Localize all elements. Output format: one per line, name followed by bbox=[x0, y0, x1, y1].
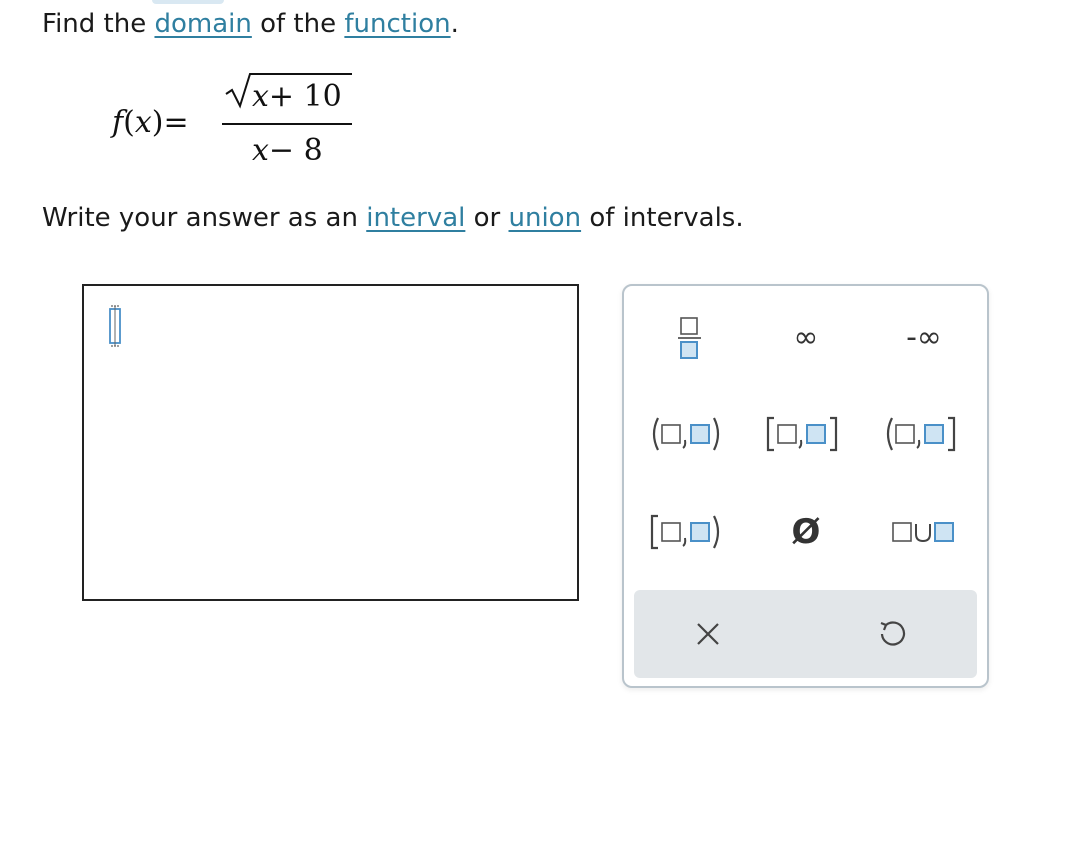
closed-open-interval-button[interactable] bbox=[640, 502, 740, 562]
denominator-rest: − 8 bbox=[268, 133, 323, 168]
infinity-label: ∞ bbox=[793, 320, 819, 355]
question-prompt: Find the domain of the function. bbox=[42, 8, 459, 40]
answer-input-box[interactable] bbox=[82, 284, 579, 601]
fraction-bar bbox=[222, 123, 352, 125]
negative-infinity-button[interactable]: -∞ bbox=[874, 308, 974, 368]
top-accent-bar bbox=[152, 0, 224, 4]
fraction-template-icon bbox=[678, 317, 701, 359]
interval-closed-open-icon bbox=[650, 514, 720, 550]
union-button[interactable] bbox=[874, 502, 974, 562]
glossary-link-function[interactable]: function bbox=[344, 9, 450, 39]
open-closed-interval-button[interactable] bbox=[874, 404, 974, 464]
interval-closed-closed-icon bbox=[766, 416, 838, 452]
text-cursor-icon bbox=[109, 305, 121, 347]
formula-equals: = bbox=[163, 105, 189, 140]
function-formula: f(x)= x+ 10 x− 8 bbox=[112, 72, 372, 172]
glossary-link-union[interactable]: union bbox=[509, 203, 582, 233]
instruction-middle: or bbox=[465, 203, 509, 233]
undo-button[interactable] bbox=[842, 604, 942, 664]
undo-icon bbox=[880, 621, 906, 646]
question-suffix: . bbox=[450, 9, 459, 39]
numerator-variable: x bbox=[252, 79, 269, 114]
empty-set-button[interactable]: Ø bbox=[756, 502, 856, 562]
palette-action-bar bbox=[634, 590, 977, 678]
instruction-suffix: of intervals. bbox=[581, 203, 744, 233]
union-template-icon bbox=[892, 522, 954, 543]
instruction-text: Write your answer as an interval or unio… bbox=[42, 202, 744, 234]
numerator-rest: + 10 bbox=[268, 79, 342, 114]
formula-paren-open: ( bbox=[123, 105, 135, 140]
empty-set-label: Ø bbox=[791, 512, 821, 552]
question-prefix: Find the bbox=[42, 9, 155, 39]
open-interval-button[interactable] bbox=[640, 404, 740, 464]
infinity-button[interactable]: ∞ bbox=[756, 308, 856, 368]
close-icon bbox=[697, 623, 719, 645]
clear-button[interactable] bbox=[658, 604, 758, 664]
fraction-denominator: x− 8 bbox=[252, 134, 323, 168]
fraction-numerator: x+ 10 bbox=[252, 80, 342, 114]
interval-open-open-icon bbox=[652, 417, 720, 451]
question-middle: of the bbox=[251, 9, 345, 39]
glossary-link-interval[interactable]: interval bbox=[366, 203, 465, 233]
glossary-link-domain[interactable]: domain bbox=[154, 9, 251, 39]
closed-interval-button[interactable] bbox=[756, 404, 856, 464]
fraction-button[interactable] bbox=[640, 308, 740, 368]
formula-f: f bbox=[112, 105, 124, 140]
formula-x: x bbox=[134, 105, 152, 140]
math-palette: ∞ -∞ Ø bbox=[622, 284, 989, 688]
denominator-variable: x bbox=[252, 133, 269, 168]
instruction-prefix: Write your answer as an bbox=[42, 203, 367, 233]
negative-infinity-label: -∞ bbox=[906, 320, 942, 355]
interval-open-closed-icon bbox=[886, 416, 956, 452]
formula-lhs: f(x)= bbox=[112, 106, 189, 140]
formula-paren-close: ) bbox=[151, 105, 164, 140]
